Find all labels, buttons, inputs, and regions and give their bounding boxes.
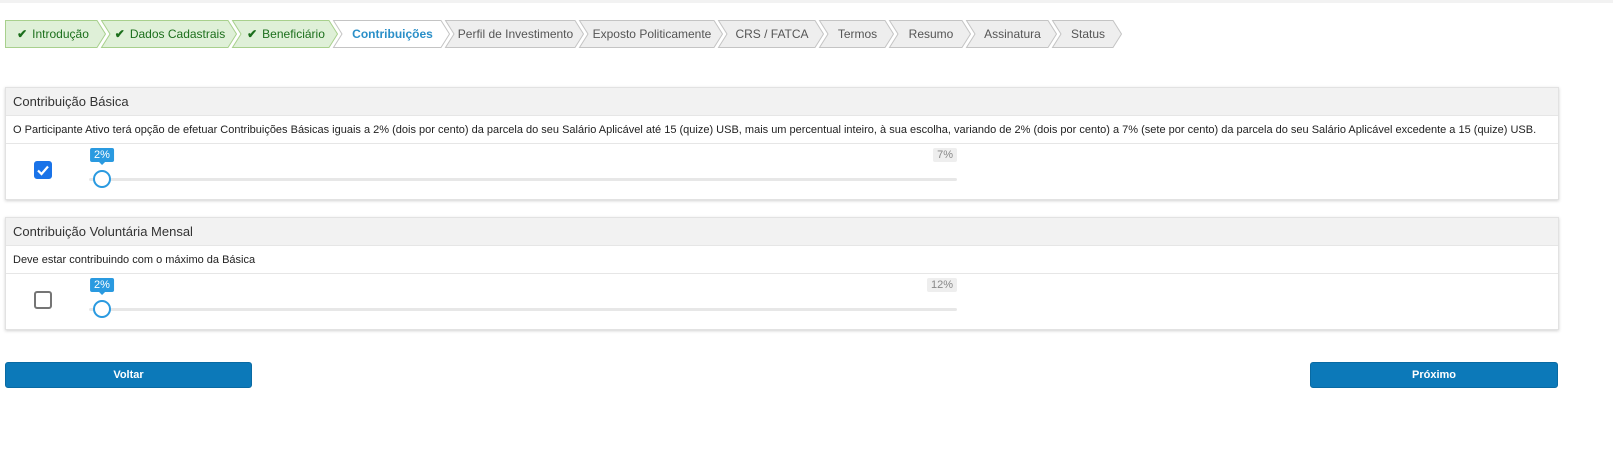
step-label: Contribuições <box>352 27 433 41</box>
voluntary-contribution-slider[interactable]: 2% 12% <box>89 278 957 318</box>
voluntary-contribution-checkbox[interactable] <box>34 291 52 309</box>
step-label: Dados Cadastrais <box>129 27 226 41</box>
step-label: Termos <box>837 27 878 41</box>
basic-contribution-slider[interactable]: 2% 7% <box>89 148 957 188</box>
panel-title: Contribuição Voluntária Mensal <box>6 218 1558 246</box>
basic-contribution-panel: Contribuição Básica O Participante Ativo… <box>5 87 1559 200</box>
step-status[interactable]: Status <box>1051 20 1123 48</box>
step-label: Assinatura <box>984 27 1041 41</box>
panel-title: Contribuição Básica <box>6 88 1558 116</box>
step-crs-fatca[interactable]: CRS / FATCA <box>717 20 825 48</box>
step-assinatura[interactable]: Assinatura <box>965 20 1058 48</box>
slider-track[interactable] <box>89 308 957 311</box>
step-exposto-politicamente[interactable]: Exposto Politicamente <box>578 20 724 48</box>
slider-max-label: 7% <box>933 148 957 162</box>
step-label: Resumo <box>908 27 954 41</box>
step-perfil-investimento[interactable]: Perfil de Investimento <box>444 20 585 48</box>
next-button[interactable]: Próximo <box>1310 362 1558 388</box>
step-beneficiario[interactable]: ✔ Beneficiário <box>231 20 339 48</box>
panel-description: O Participante Ativo terá opção de efetu… <box>6 116 1558 144</box>
slider-value-label: 2% <box>90 148 114 165</box>
slider-handle[interactable] <box>93 300 111 318</box>
step-label: Introdução <box>32 27 89 41</box>
step-label: Status <box>1070 27 1106 41</box>
back-button[interactable]: Voltar <box>5 362 252 388</box>
step-resumo[interactable]: Resumo <box>888 20 972 48</box>
panel-body: 2% 12% <box>6 274 1558 329</box>
step-introducao[interactable]: ✔ Introdução <box>5 20 107 48</box>
step-contribuicoes[interactable]: Contribuições <box>332 20 451 48</box>
panel-description: Deve estar contribuindo com o máximo da … <box>6 246 1558 274</box>
step-label: Exposto Politicamente <box>592 27 712 41</box>
top-border <box>0 0 1613 3</box>
checkmark-icon <box>37 165 49 176</box>
step-termos[interactable]: Termos <box>818 20 895 48</box>
step-dados-cadastrais[interactable]: ✔ Dados Cadastrais <box>100 20 238 48</box>
voluntary-contribution-panel: Contribuição Voluntária Mensal Deve esta… <box>5 217 1559 330</box>
checkmark-icon: ✔ <box>114 27 125 41</box>
basic-contribution-checkbox[interactable] <box>34 161 52 179</box>
step-label: CRS / FATCA <box>735 27 809 41</box>
step-label: Perfil de Investimento <box>457 27 574 41</box>
checkmark-icon: ✔ <box>247 27 258 41</box>
checkmark-icon: ✔ <box>17 27 28 41</box>
slider-track[interactable] <box>89 178 957 181</box>
slider-handle[interactable] <box>93 170 111 188</box>
step-label: Beneficiário <box>262 27 325 41</box>
slider-max-label: 12% <box>926 278 957 292</box>
panel-body: 2% 7% <box>6 144 1558 199</box>
slider-value-label: 2% <box>90 278 114 295</box>
